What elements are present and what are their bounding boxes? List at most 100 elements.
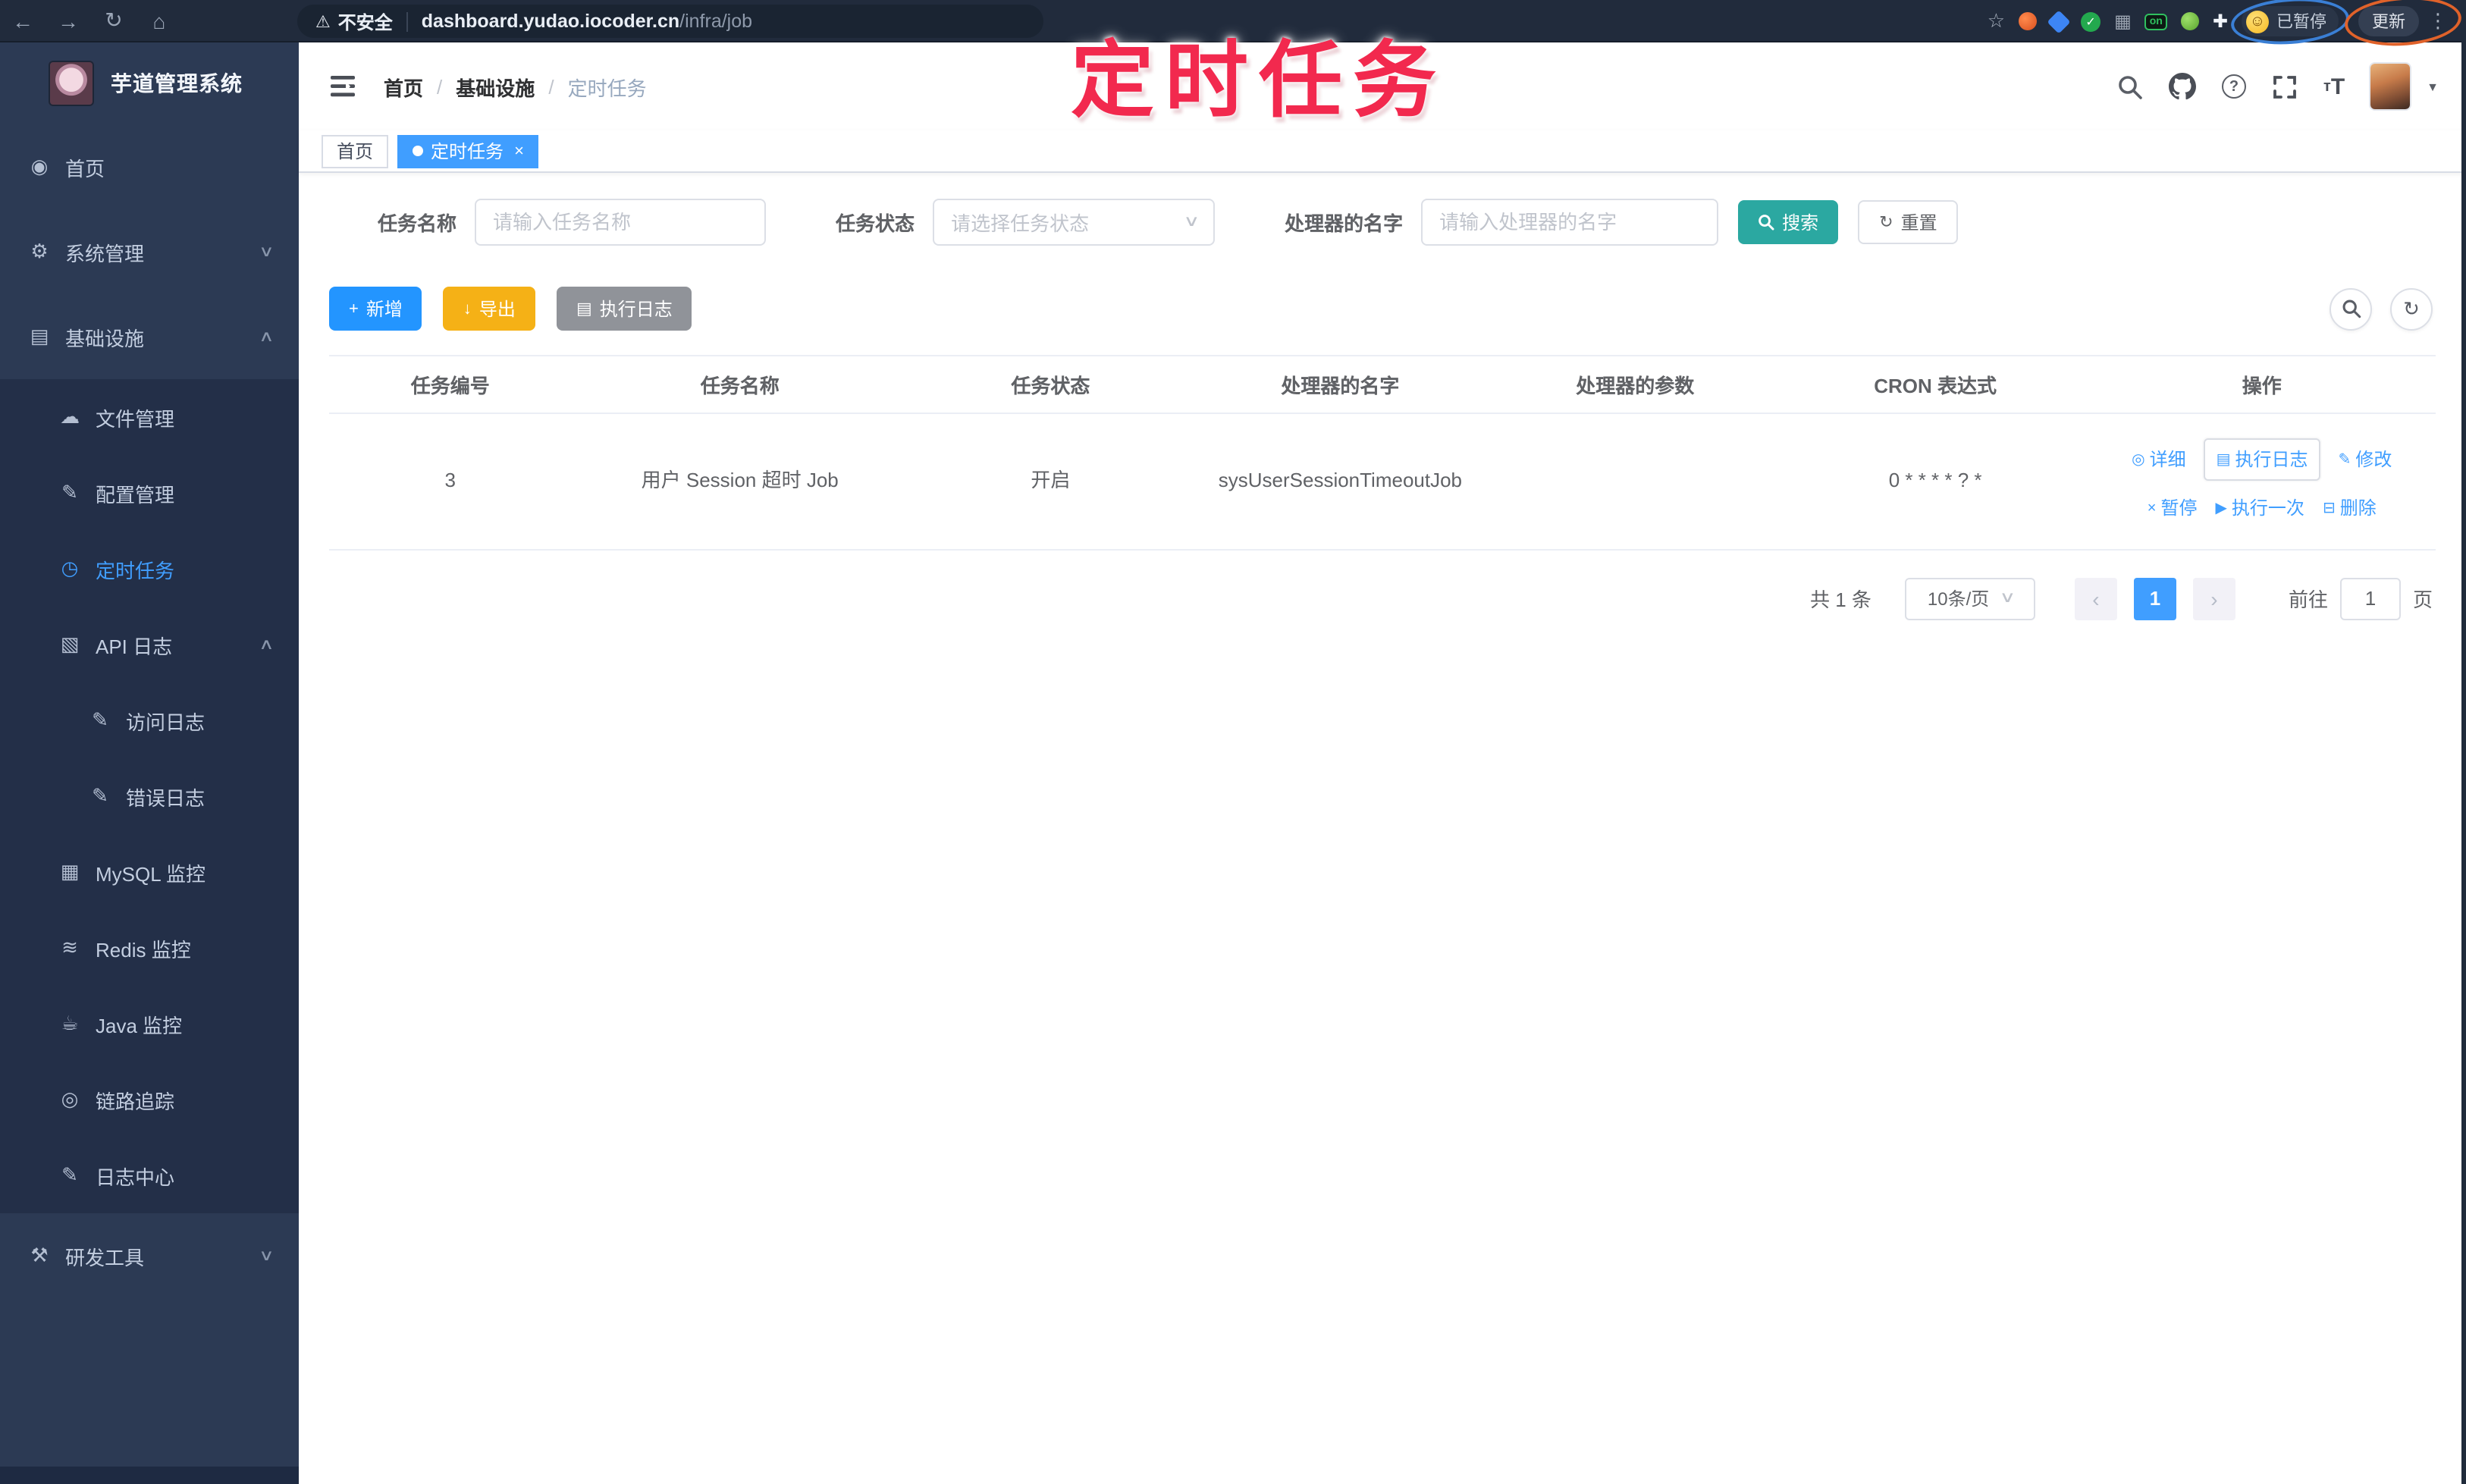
task-name-label: 任务名称 <box>378 212 457 235</box>
export-button[interactable]: ↓ 导出 <box>443 287 535 331</box>
prev-page-button[interactable]: ‹ <box>2074 577 2117 620</box>
extension-icon-blue[interactable] <box>2047 9 2071 33</box>
delete-link[interactable]: ⊟ 删除 <box>2323 494 2377 525</box>
sidebar-item-label: 文件管理 <box>96 407 175 430</box>
page-size-value: 10条/页 <box>1927 588 1990 610</box>
font-size-icon[interactable]: тT <box>2323 74 2345 99</box>
extension-icon-leaf[interactable] <box>2180 12 2199 30</box>
extension-icon-green[interactable]: ✓ <box>2081 11 2101 31</box>
sidebar-item-home[interactable]: ◉ 首页 <box>0 124 299 209</box>
avatar-caret-down-icon[interactable]: ▼ <box>2427 80 2439 93</box>
toggle-search-button[interactable] <box>2330 287 2372 330</box>
browser-menu-icon[interactable]: ⋮ <box>2428 9 2448 33</box>
edit-link[interactable]: ✎ 修改 <box>2339 444 2392 475</box>
task-status-select[interactable]: 请选择任务状态 ∨ <box>933 199 1216 246</box>
sidebar-item-label: 首页 <box>65 157 105 180</box>
goto-page-input[interactable] <box>2339 577 2401 620</box>
tags-view-bar: 首页 定时任务 × <box>299 130 2466 173</box>
cell-task-status: 开启 <box>908 413 1193 551</box>
sidebar-item-log-center[interactable]: ✎ 日志中心 <box>0 1137 299 1213</box>
breadcrumb-separator: / <box>437 75 443 98</box>
main-area: 首页 / 基础设施 / 定时任务 ? т T ▼ 首页 定时任务 × 任务名称 … <box>299 42 2466 1484</box>
update-button[interactable]: 更新 <box>2358 6 2419 36</box>
tag-home[interactable]: 首页 <box>322 134 389 168</box>
infrastructure-icon: ▤ <box>30 325 49 347</box>
sidebar-item-infrastructure[interactable]: ▤ 基础设施 ∧ <box>0 294 299 379</box>
list-icon: ▤ <box>2216 451 2231 469</box>
refresh-icon: ↻ <box>2403 296 2420 319</box>
page-size-select[interactable]: 10条/页 ∨ <box>1904 577 2035 620</box>
sidebar-item-scheduled-tasks[interactable]: ◷ 定时任务 <box>0 531 299 607</box>
sidebar-logo-row[interactable]: 芋道管理系统 <box>0 42 299 124</box>
help-icon[interactable]: ? <box>2222 74 2246 99</box>
breadcrumb-infrastructure[interactable]: 基础设施 <box>456 72 535 101</box>
hamburger-icon[interactable] <box>317 61 369 112</box>
eye-icon: ◎ <box>61 1087 79 1110</box>
sidebar-item-tracing[interactable]: ◎ 链路追踪 <box>0 1062 299 1137</box>
extension-paused-chip[interactable]: ☺ 已暂停 <box>2242 6 2339 36</box>
breadcrumb-home[interactable]: 首页 <box>384 72 423 101</box>
pause-link[interactable]: × 暂停 <box>2148 494 2198 525</box>
row-exec-log-link[interactable]: ▤ 执行日志 <box>2204 438 2320 482</box>
reset-refresh-icon: ↻ <box>1879 214 1893 232</box>
run-once-link[interactable]: ▶ 执行一次 <box>2216 494 2304 525</box>
chevron-up-icon: ∧ <box>258 636 274 653</box>
jobs-table: 任务编号 任务名称 任务状态 处理器的名字 处理器的参数 CRON 表达式 操作… <box>329 355 2436 551</box>
pagination: 共 1 条 10条/页 ∨ ‹ 1 › 前往 页 <box>329 577 2436 620</box>
user-avatar[interactable] <box>2370 64 2411 109</box>
bookmark-star-icon[interactable]: ☆ <box>1988 9 2005 33</box>
tag-scheduled-tasks[interactable]: 定时任务 × <box>397 134 539 168</box>
browser-reload-icon[interactable]: ↻ <box>91 8 136 33</box>
sidebar-item-config-management[interactable]: ✎ 配置管理 <box>0 455 299 531</box>
sidebar-item-label: 配置管理 <box>96 483 175 506</box>
pause-label: 暂停 <box>2160 497 2198 519</box>
add-button[interactable]: + 新增 <box>329 287 422 331</box>
breadcrumb-separator: / <box>548 75 554 98</box>
col-task-name: 任务名称 <box>571 355 908 414</box>
browser-back-icon[interactable]: ← <box>0 8 45 33</box>
sidebar-item-redis-monitor[interactable]: ≋ Redis 监控 <box>0 910 299 986</box>
detail-link[interactable]: ◎ 详细 <box>2132 444 2186 475</box>
fullscreen-icon[interactable] <box>2272 74 2298 99</box>
extensions-puzzle-icon[interactable]: ✚ <box>2213 11 2228 32</box>
extension-icon-orange[interactable] <box>2019 12 2038 30</box>
search-button-label: 搜索 <box>1782 212 1819 234</box>
next-page-button[interactable]: › <box>2192 577 2235 620</box>
sidebar-item-dev-tools[interactable]: ⚒ 研发工具 ∨ <box>0 1213 299 1298</box>
tag-close-icon[interactable]: × <box>514 142 524 160</box>
sidebar-item-label: 日志中心 <box>96 1166 175 1188</box>
extension-icon-grid[interactable]: ▦ <box>2114 11 2132 32</box>
tools-icon: ⚒ <box>30 1244 49 1266</box>
sidebar-bottom-strip <box>0 1467 299 1484</box>
gear-icon: ⚙ <box>30 240 49 262</box>
address-bar[interactable]: ⚠ 不安全 dashboard.yudao.iocoder.cn /infra/… <box>297 5 1043 38</box>
sidebar-item-system-management[interactable]: ⚙ 系统管理 ∨ <box>0 209 299 294</box>
sidebar: 芋道管理系统 ◉ 首页 ⚙ 系统管理 ∨ ▤ 基础设施 ∧ ☁ 文件管理 ✎ 配… <box>0 42 299 1484</box>
current-page-button[interactable]: 1 <box>2133 577 2176 620</box>
handler-name-label: 处理器的名字 <box>1285 212 1404 235</box>
search-icon[interactable] <box>2117 74 2143 99</box>
sidebar-item-file-management[interactable]: ☁ 文件管理 <box>0 379 299 455</box>
extension-on-badge[interactable]: on <box>2144 13 2167 30</box>
sidebar-item-label: Java 监控 <box>96 1014 183 1037</box>
sidebar-item-access-logs[interactable]: ✎ 访问日志 <box>0 682 299 758</box>
search-button[interactable]: 搜索 <box>1738 200 1839 244</box>
exec-log-button[interactable]: ▤ 执行日志 <box>556 287 692 331</box>
sidebar-item-java-monitor[interactable]: ☕ Java 监控 <box>0 986 299 1062</box>
not-secure-label: 不安全 <box>337 11 393 33</box>
task-name-input[interactable] <box>475 199 767 246</box>
handler-name-input[interactable] <box>1421 199 1719 246</box>
task-status-label: 任务状态 <box>836 212 915 235</box>
sidebar-item-label: 定时任务 <box>96 559 175 582</box>
cloud-icon: ☁ <box>60 405 80 428</box>
col-task-id: 任务编号 <box>329 355 572 414</box>
browser-home-icon[interactable]: ⌂ <box>136 8 182 33</box>
github-icon[interactable] <box>2169 73 2196 100</box>
sidebar-item-mysql-monitor[interactable]: ▦ MySQL 监控 <box>0 834 299 910</box>
browser-forward-icon[interactable]: → <box>45 8 91 33</box>
sidebar-item-api-logs[interactable]: ▧ API 日志 ∧ <box>0 607 299 682</box>
refresh-table-button[interactable]: ↻ <box>2390 287 2433 330</box>
reset-button[interactable]: ↻ 重置 <box>1858 200 1959 244</box>
col-task-status: 任务状态 <box>908 355 1193 414</box>
sidebar-item-error-logs[interactable]: ✎ 错误日志 <box>0 758 299 834</box>
